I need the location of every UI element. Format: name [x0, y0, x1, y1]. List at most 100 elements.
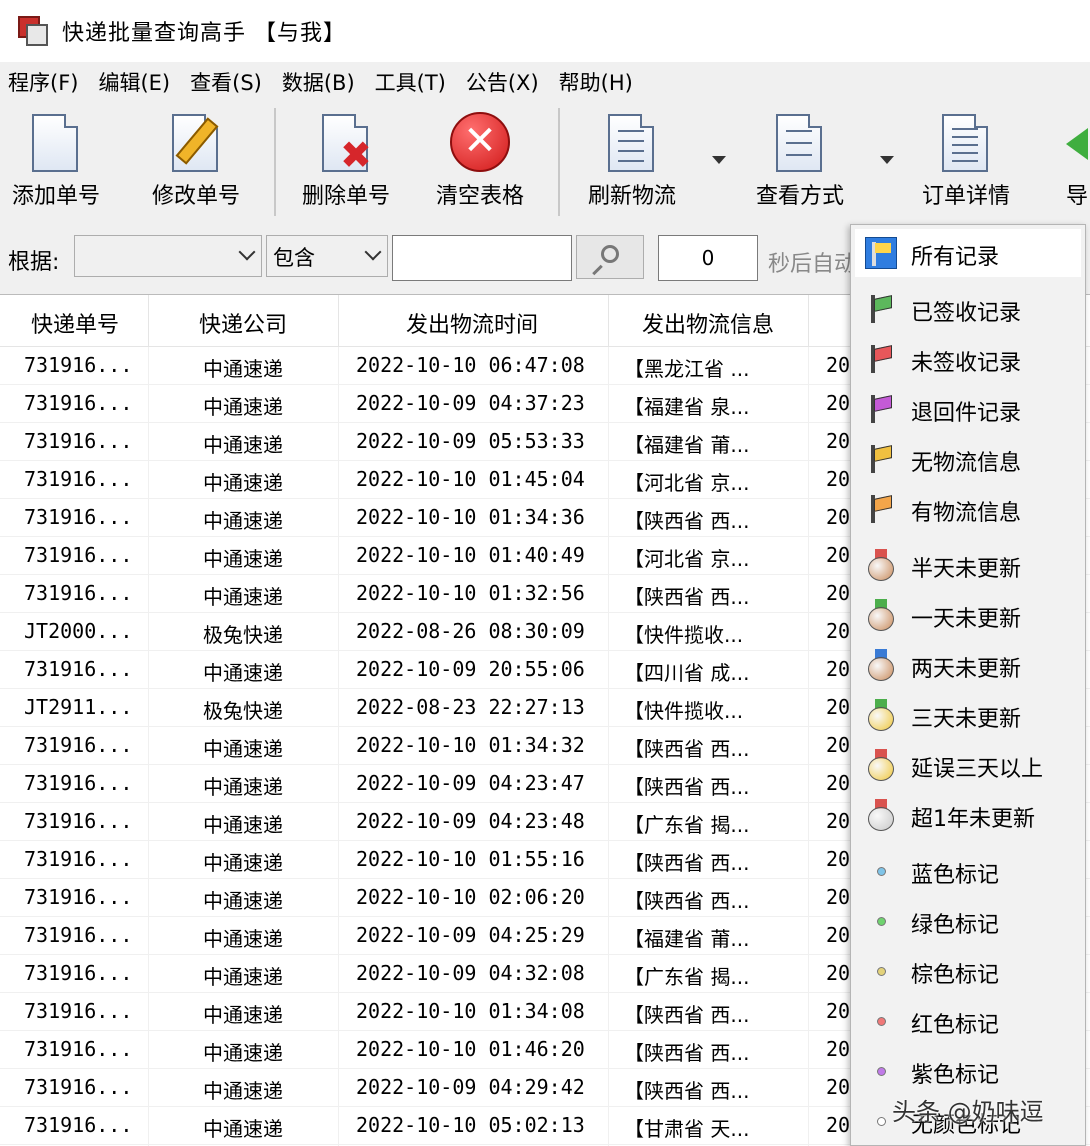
cell-ship-time: 2022-10-09 04:32:08 [356, 961, 585, 985]
refresh-logistics-label: 刷新物流 [588, 184, 677, 209]
cell-ship-time: 2022-10-10 01:32:56 [356, 581, 585, 605]
add-number-label: 添加单号 [12, 184, 101, 209]
order-sheet-icon [934, 110, 998, 174]
column-tracking-number[interactable]: 快递单号 [0, 307, 150, 339]
menu-view[interactable]: 查看(S) [190, 67, 262, 97]
menu-edit[interactable]: 编辑(E) [98, 67, 170, 97]
yellow-flag-icon [865, 443, 897, 475]
chevron-down-icon [364, 243, 382, 261]
dropdown-item[interactable]: 未签收记录 [855, 335, 1081, 383]
cell-ship-time: 2022-10-10 01:45:04 [356, 467, 585, 491]
refresh-dropdown-arrow-icon[interactable] [712, 156, 726, 164]
dropdown-item[interactable]: 紫色标记 [855, 1047, 1081, 1095]
dropdown-item[interactable]: 退回件记录 [855, 385, 1081, 433]
toolbar-separator [274, 108, 276, 216]
clear-circle-x-icon: ✕ [448, 110, 512, 174]
dropdown-item[interactable]: 有物流信息 [855, 485, 1081, 533]
dropdown-item[interactable]: 无物流信息 [855, 435, 1081, 483]
refresh-document-icon [600, 110, 664, 174]
dropdown-item-label: 所有记录 [911, 245, 1000, 270]
refresh-interval-input[interactable]: 0 [658, 235, 758, 281]
dropdown-item[interactable]: 延误三天以上 [855, 741, 1081, 789]
dropdown-item[interactable]: 三天未更新 [855, 691, 1081, 739]
cell-tracking-number: 731916... [24, 353, 133, 377]
cell-tracking-number: 731916... [24, 429, 133, 453]
cell-ship-info: 【快件揽收... [624, 623, 744, 647]
cell-tracking-number: 731916... [24, 391, 133, 415]
cell-ship-info: 【陕西省 西... [624, 851, 750, 875]
column-ship-info[interactable]: 发出物流信息 [608, 307, 808, 339]
cell-courier: 中通速递 [203, 395, 283, 419]
edit-number-button[interactable]: 修改单号 [152, 110, 240, 210]
cell-ship-info: 【河北省 京... [624, 471, 750, 495]
dropdown-item[interactable]: 一天未更新 [855, 591, 1081, 639]
dropdown-item-label: 三天未更新 [911, 707, 1022, 732]
order-detail-button[interactable]: 订单详情 [922, 110, 1010, 210]
menu-help[interactable]: 帮助(H) [559, 67, 633, 97]
menu-program[interactable]: 程序(F) [8, 67, 78, 97]
watermark: 头条 @奶味逗 [892, 1098, 1044, 1126]
menu-data[interactable]: 数据(B) [282, 67, 355, 97]
app-logo-icon [18, 16, 48, 46]
cell-tracking-number: 731916... [24, 961, 133, 985]
blue-dot-icon [865, 855, 897, 887]
cell-ship-time: 2022-08-26 08:30:09 [356, 619, 585, 643]
search-button[interactable] [576, 235, 644, 279]
cell-courier: 中通速递 [203, 1117, 283, 1141]
search-input[interactable] [392, 235, 572, 281]
dropdown-item[interactable]: 红色标记 [855, 997, 1081, 1045]
cell-ship-info: 【陕西省 西... [624, 585, 750, 609]
cell-courier: 中通速递 [203, 889, 283, 913]
cell-tracking-number: 731916... [24, 581, 133, 605]
filter-by-label: 根据: [8, 250, 60, 275]
cell-ship-time: 2022-10-09 20:55:06 [356, 657, 585, 681]
cell-ship-info: 【四川省 成... [624, 661, 750, 685]
gold-medal-icon [865, 749, 897, 781]
cell-ship-time: 2022-10-10 06:47:08 [356, 353, 585, 377]
dropdown-item[interactable]: 半天未更新 [855, 541, 1081, 589]
cell-courier: 中通速递 [203, 585, 283, 609]
cell-tracking-number: 731916... [24, 543, 133, 567]
refresh-logistics-button[interactable]: 刷新物流 [588, 110, 676, 210]
clear-table-button[interactable]: ✕ 清空表格 [436, 110, 524, 210]
dropdown-item[interactable]: 绿色标记 [855, 897, 1081, 945]
view-mode-button[interactable]: 查看方式 [756, 110, 844, 210]
view-mode-dropdown-arrow-icon[interactable] [880, 156, 894, 164]
dropdown-item[interactable]: 蓝色标记 [855, 847, 1081, 895]
toolbar-separator [558, 108, 560, 216]
match-mode-select[interactable]: 包含 [266, 235, 388, 277]
cell-ship-info: 【黑龙江省 ... [624, 357, 750, 381]
dropdown-item[interactable]: 超1年未更新 [855, 791, 1081, 839]
purple-dot-icon [865, 1055, 897, 1087]
cell-tracking-number: 731916... [24, 847, 133, 871]
dropdown-item[interactable]: 所有记录 [855, 229, 1081, 277]
dropdown-item-label: 紫色标记 [911, 1063, 1000, 1088]
menu-tools[interactable]: 工具(T) [375, 67, 446, 97]
column-divider[interactable] [148, 295, 149, 347]
cell-courier: 中通速递 [203, 965, 283, 989]
cell-courier: 中通速递 [203, 1003, 283, 1027]
add-number-button[interactable]: 添加单号 [12, 110, 100, 210]
cell-tracking-number: 731916... [24, 771, 133, 795]
column-ship-time[interactable]: 发出物流时间 [338, 307, 606, 339]
cell-ship-info: 【甘肃省 天... [624, 1117, 750, 1141]
column-divider[interactable] [808, 295, 809, 347]
cell-ship-info: 【福建省 莆... [624, 927, 750, 951]
export-button[interactable]: 导出 [1056, 110, 1090, 210]
menu-announcement[interactable]: 公告(X) [466, 67, 539, 97]
export-label: 导出 [1065, 184, 1090, 209]
dropdown-item[interactable]: 两天未更新 [855, 641, 1081, 689]
dropdown-item[interactable]: 棕色标记 [855, 947, 1081, 995]
chevron-down-icon [238, 243, 256, 261]
cell-courier: 中通速递 [203, 1079, 283, 1103]
delete-number-button[interactable]: ✖ 删除单号 [302, 110, 390, 210]
clear-table-label: 清空表格 [436, 184, 525, 209]
dropdown-item[interactable]: 已签收记录 [855, 285, 1081, 333]
cell-tracking-number: JT2000... [24, 619, 133, 643]
dropdown-item-label: 一天未更新 [911, 607, 1022, 632]
view-mode-label: 查看方式 [756, 184, 845, 209]
cell-courier: 极兔快递 [203, 699, 283, 723]
cell-ship-info: 【陕西省 西... [624, 737, 750, 761]
column-courier[interactable]: 快递公司 [150, 307, 336, 339]
filter-field-select[interactable] [74, 235, 262, 277]
